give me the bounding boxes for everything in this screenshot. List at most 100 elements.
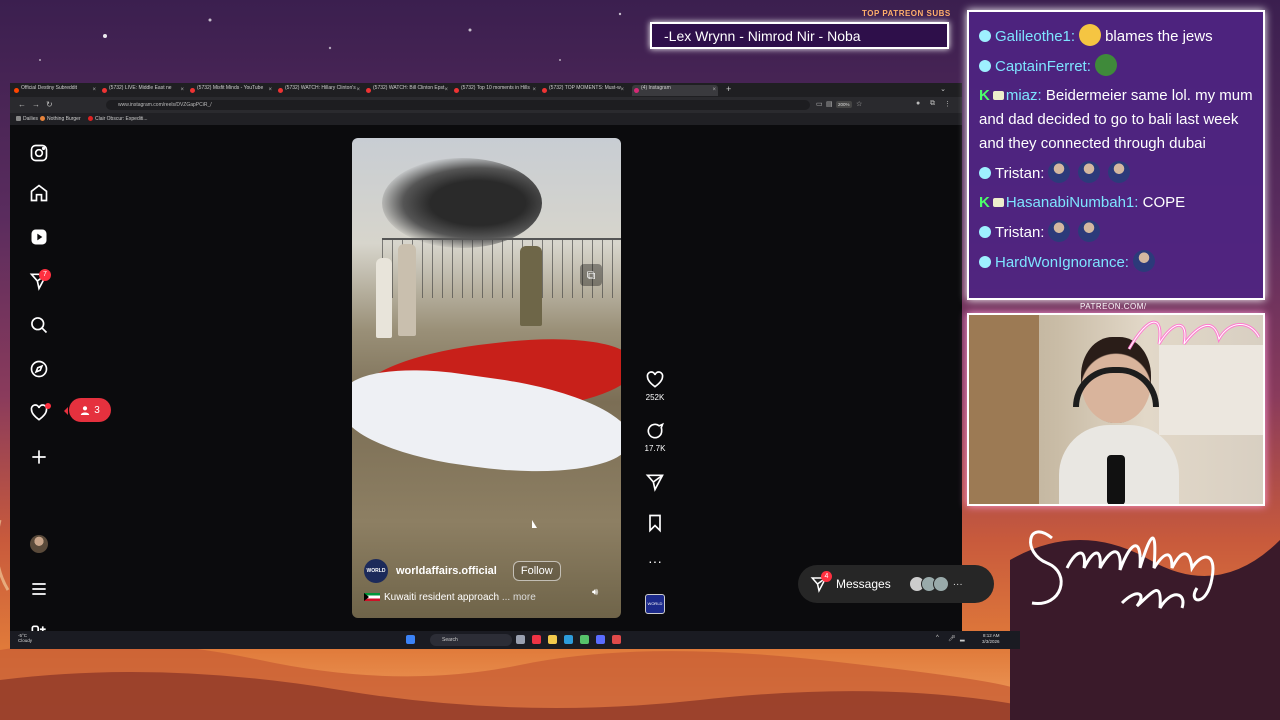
chat-message: CaptainFerret: xyxy=(979,54,1253,79)
tab-label: (5732) WATCH: Bill Clinton Epst xyxy=(373,85,445,91)
tab-top-10-moments[interactable]: (5732) Top 10 moments in Hills × xyxy=(452,85,538,96)
close-icon[interactable]: × xyxy=(180,87,184,93)
close-icon[interactable]: × xyxy=(444,87,448,93)
messages-more[interactable]: ··· xyxy=(953,579,963,590)
tab-instagram[interactable]: (4) Instagram × xyxy=(632,85,718,96)
message-avatars xyxy=(908,576,949,592)
bookmark-nothing-burger[interactable]: Nothing Burger xyxy=(40,116,81,122)
chat-badge xyxy=(992,91,1004,100)
mic-icon[interactable]: 🎤︎ xyxy=(948,635,956,642)
weather-widget[interactable]: -5°C Cloudy xyxy=(18,633,32,643)
close-icon[interactable]: × xyxy=(356,87,360,93)
home-icon[interactable] xyxy=(27,181,51,205)
tab-hillary-clinton[interactable]: (5732) WATCH: Hillary Clinton's × xyxy=(276,85,362,96)
tab-misfit-minds[interactable]: (5732) Misfit Minds - YouTube × xyxy=(188,85,274,96)
microphone xyxy=(1107,455,1125,504)
face-emote xyxy=(1078,220,1101,242)
close-icon[interactable]: × xyxy=(532,87,536,93)
bookmark-star-icon[interactable]: ☆ xyxy=(856,100,862,108)
tab-live-middle-east[interactable]: (5732) LIVE: Middle East ne × xyxy=(100,85,186,96)
something-else-logo xyxy=(1029,530,1215,609)
messages-bar[interactable]: 4 Messages ··· xyxy=(798,565,994,603)
caption-more-link[interactable]: ... more xyxy=(502,592,536,603)
chat-username: HardWonIgnorance: xyxy=(995,254,1129,271)
picture-in-picture-icon[interactable]: ⧉ xyxy=(580,264,602,286)
explore-compass-icon[interactable] xyxy=(27,357,51,381)
chat-username: Galileothe1: xyxy=(995,28,1076,45)
more-options-icon[interactable]: ··· xyxy=(638,553,672,569)
profile-avatar[interactable] xyxy=(30,535,48,553)
url-input[interactable]: www.instagram.com/reels/DVZGapPCiR_/ xyxy=(106,100,810,110)
record-icon[interactable]: ● xyxy=(916,100,920,107)
bookmark-dailies[interactable]: Dailies xyxy=(16,116,38,122)
face-emote xyxy=(1048,220,1071,242)
reader-icon[interactable]: ▤ xyxy=(826,100,833,108)
person-icon xyxy=(81,406,90,415)
taskbar-search[interactable]: Search xyxy=(430,634,512,646)
chat-message: Tristan: xyxy=(979,220,1253,245)
tab-search-icon[interactable]: ⌄ xyxy=(940,85,946,93)
tab-top-moments[interactable]: (5732) TOP MOMENTS: Must-w × xyxy=(540,85,626,96)
comment-button[interactable]: 17.7K xyxy=(638,421,672,453)
reel-video[interactable]: ⧉ WORLD worldaffairs.official Follow Kuw… xyxy=(352,138,621,618)
patreon-label: PATREON.COM/ xyxy=(1080,302,1147,311)
close-icon[interactable]: × xyxy=(620,87,624,93)
face-emote xyxy=(1048,161,1071,183)
follow-button[interactable]: Follow xyxy=(512,561,561,581)
start-icon[interactable] xyxy=(406,635,415,644)
stream-chat: Galileothe1: blames the jews CaptainFerre… xyxy=(967,10,1265,300)
volume-icon[interactable]: 🔊︎ xyxy=(592,587,598,598)
messages-badge: 7 xyxy=(39,269,51,281)
chat-username: Tristan: xyxy=(995,224,1045,241)
tab-bill-clinton[interactable]: (5732) WATCH: Bill Clinton Epst × xyxy=(364,85,450,96)
app-icon[interactable] xyxy=(580,635,589,644)
file-explorer-icon[interactable] xyxy=(548,635,557,644)
share-button[interactable] xyxy=(638,472,672,495)
tab-label: (5732) WATCH: Hillary Clinton's xyxy=(285,85,356,91)
tab-destiny-subreddit[interactable]: Official Destiny Subreddit × xyxy=(12,85,98,96)
smoke-plume xyxy=(382,158,542,248)
extension-icon[interactable]: ▭ xyxy=(816,100,823,108)
tab-label: (5732) Misfit Minds - YouTube xyxy=(197,85,264,91)
search-icon[interactable] xyxy=(27,313,51,337)
taskbar-clock[interactable]: 8:12 AM 3/3/2026 xyxy=(982,633,1000,645)
save-button[interactable] xyxy=(638,513,672,536)
extensions-icon[interactable]: ⧉ xyxy=(930,100,935,108)
forward-icon[interactable]: → xyxy=(32,100,40,109)
close-icon[interactable]: × xyxy=(268,87,272,93)
instagram-logo-icon[interactable] xyxy=(27,141,51,165)
bookmarks-bar: Dailies Nothing Burger Clair Obscur: Exp… xyxy=(10,113,962,125)
reel-author-avatar[interactable]: WORLD xyxy=(364,559,388,583)
address-bar-row: ← → ↻ www.instagram.com/reels/DVZGapPCiR… xyxy=(10,97,962,113)
close-icon[interactable]: × xyxy=(712,87,716,93)
reels-icon[interactable] xyxy=(27,225,51,249)
zoom-level[interactable]: 200% xyxy=(836,101,852,108)
face-emote xyxy=(1108,161,1131,183)
new-tab-button[interactable]: + xyxy=(726,84,731,94)
hamburger-menu-icon[interactable] xyxy=(27,577,51,601)
webcam-feed xyxy=(967,313,1265,506)
chat-username: CaptainFerret: xyxy=(995,58,1091,75)
app-icon[interactable] xyxy=(564,635,573,644)
chrome-icon[interactable] xyxy=(532,635,541,644)
menu-icon[interactable]: ⋮ xyxy=(944,100,951,108)
instagram-sidebar: 7 3 xyxy=(10,125,111,641)
bookmark-clair-obscur[interactable]: Clair Obscur: Expediti... xyxy=(88,116,148,122)
browser-window: Official Destiny Subreddit × (5732) LIVE:… xyxy=(10,83,994,649)
steam-icon[interactable] xyxy=(596,635,605,644)
chat-badge xyxy=(979,167,991,179)
network-icon[interactable]: ▂ xyxy=(960,635,965,642)
audio-thumbnail[interactable]: WORLD xyxy=(645,594,665,614)
follow-requests-popup[interactable]: 3 xyxy=(64,398,111,422)
tab-label: (5732) Top 10 moments in Hills xyxy=(461,85,530,91)
tray-chevron-icon[interactable]: ^ xyxy=(936,635,939,641)
back-icon[interactable]: ← xyxy=(18,100,26,109)
reload-icon[interactable]: ↻ xyxy=(46,100,53,109)
like-button[interactable]: 252K xyxy=(638,370,672,402)
task-view-icon[interactable] xyxy=(516,635,525,644)
share-icon xyxy=(645,474,664,492)
reel-username[interactable]: worldaffairs.official xyxy=(396,565,497,577)
obs-icon[interactable] xyxy=(612,635,621,644)
close-icon[interactable]: × xyxy=(92,87,96,93)
create-plus-icon[interactable] xyxy=(27,445,51,469)
